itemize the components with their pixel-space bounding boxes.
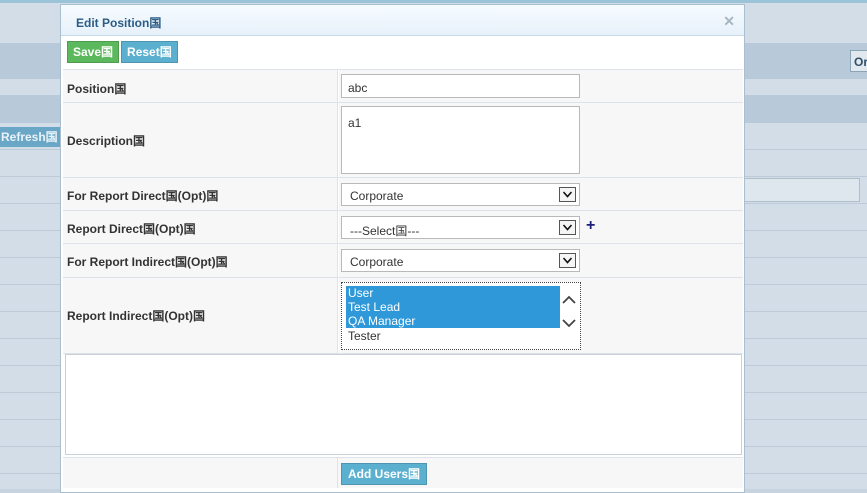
- edit-position-dialog: Edit Position国 ✕ Save国 Reset国 Position国 a…: [60, 4, 745, 493]
- list-item[interactable]: QA Manager: [346, 314, 560, 328]
- report-direct-label: Report Direct国(Opt)国: [67, 222, 196, 236]
- chevron-down-icon[interactable]: [559, 220, 576, 235]
- for-report-direct-label: For Report Direct国(Opt)国: [67, 189, 219, 203]
- list-item[interactable]: Tester: [346, 329, 560, 343]
- field-cell: ---Select国--- +: [339, 211, 743, 243]
- description-textarea[interactable]: a1: [341, 106, 580, 174]
- background-input: [744, 178, 860, 202]
- label-cell: Report Direct国(Opt)国: [63, 211, 338, 243]
- report-indirect-listbox[interactable]: User Test Lead QA Manager Tester: [341, 282, 581, 350]
- dialog-titlebar[interactable]: Edit Position国 ✕: [61, 5, 744, 36]
- label-cell: For Report Indirect国(Opt)国: [63, 244, 338, 277]
- for-report-direct-select[interactable]: Corporate: [341, 183, 580, 206]
- field-cell: abc: [339, 70, 743, 102]
- background-topline: [0, 0, 867, 3]
- add-report-direct-icon[interactable]: +: [586, 218, 595, 234]
- report-direct-value: ---Select国---: [350, 224, 420, 238]
- report-direct-select[interactable]: ---Select国---: [341, 216, 580, 239]
- position-form: Position国 abc Description国 a1 For Report…: [63, 69, 743, 354]
- dialog-footer: Add Users国: [63, 457, 743, 488]
- field-cell: a1: [339, 103, 743, 177]
- for-report-direct-value: Corporate: [350, 189, 404, 203]
- save-button[interactable]: Save国: [67, 41, 120, 63]
- form-row-position: Position国 abc: [63, 70, 743, 103]
- report-indirect-label: Report Indirect国(Opt)国: [67, 309, 205, 323]
- reset-button[interactable]: Reset国: [121, 41, 178, 63]
- dialog-title: Edit Position国: [76, 16, 162, 30]
- chevron-down-icon[interactable]: [559, 253, 576, 268]
- add-users-button[interactable]: Add Users国: [341, 463, 428, 485]
- label-cell: Description国: [63, 103, 338, 177]
- list-item[interactable]: Test Lead: [346, 300, 560, 314]
- form-row-for-report-direct: For Report Direct国(Opt)国 Corporate: [63, 178, 743, 211]
- list-item[interactable]: User: [346, 286, 560, 300]
- form-row-report-direct: Report Direct国(Opt)国 ---Select国--- +: [63, 211, 743, 244]
- description-label: Description国: [67, 134, 146, 148]
- footer-divider: [337, 458, 338, 488]
- for-report-indirect-select[interactable]: Corporate: [341, 249, 580, 272]
- dialog-toolbar: Save国 Reset国: [67, 41, 178, 63]
- label-cell: Position国: [63, 70, 338, 102]
- form-row-description: Description国 a1: [63, 103, 743, 178]
- background-right-button: Or: [850, 50, 867, 72]
- for-report-indirect-value: Corporate: [350, 255, 404, 269]
- position-label: Position国: [67, 82, 127, 96]
- listbox-scrollbar[interactable]: [560, 287, 578, 347]
- users-panel: [65, 354, 742, 455]
- chevron-down-icon[interactable]: [559, 187, 576, 202]
- form-row-report-indirect: Report Indirect国(Opt)国 User Test Lead QA…: [63, 278, 743, 354]
- background-refresh-button: Refresh国: [0, 127, 61, 147]
- field-cell: Corporate: [339, 178, 743, 210]
- label-cell: For Report Direct国(Opt)国: [63, 178, 338, 210]
- label-cell: Report Indirect国(Opt)国: [63, 278, 338, 353]
- position-input[interactable]: abc: [341, 74, 580, 98]
- field-cell: Corporate: [339, 244, 743, 277]
- close-icon[interactable]: ✕: [723, 13, 735, 30]
- field-cell: User Test Lead QA Manager Tester: [339, 278, 743, 353]
- for-report-indirect-label: For Report Indirect国(Opt)国: [67, 255, 228, 269]
- form-row-for-report-indirect: For Report Indirect国(Opt)国 Corporate: [63, 244, 743, 278]
